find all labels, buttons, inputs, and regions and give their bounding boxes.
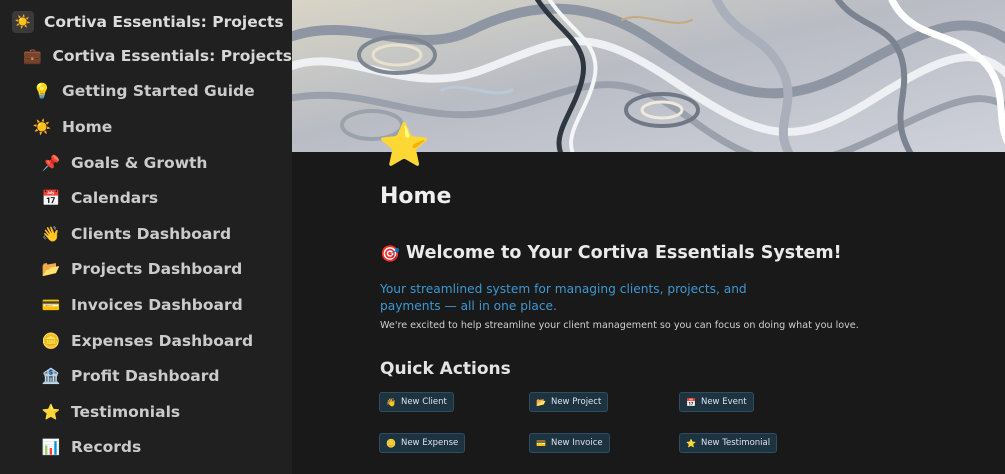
button-label: New Invoice [550, 438, 603, 448]
sidebar-item-label: Calendars [71, 189, 159, 208]
target-icon: 🎯 [380, 243, 400, 263]
sidebar-item-label: Invoices Dashboard [71, 295, 243, 314]
coin-icon: 🪙 [41, 331, 61, 350]
bar-chart-icon: 📊 [41, 438, 61, 457]
page-title: Home [380, 184, 452, 209]
page-icon[interactable]: ⭐ [378, 124, 430, 166]
new-expense-button[interactable]: 🪙 New Expense [379, 433, 466, 453]
star-icon: ⭐ [41, 402, 61, 421]
sidebar-item-label: Clients Dashboard [71, 224, 232, 243]
sidebar-item-goals-growth[interactable]: 📌 Goals & Growth [0, 145, 292, 181]
bank-icon: 🏦 [41, 367, 61, 386]
welcome-heading: 🎯 Welcome to Your Cortiva Essentials Sys… [380, 239, 980, 267]
sidebar-item-label: Expenses Dashboard [71, 331, 254, 350]
sidebar-item-expenses-dashboard[interactable]: 🪙 Expenses Dashboard [0, 323, 292, 359]
button-label: New Event [700, 397, 747, 407]
sidebar-item-cortiva-essentials-projects[interactable]: 💼 Cortiva Essentials: Projects [0, 38, 292, 74]
lightbulb-icon: 💡 [32, 82, 52, 101]
sidebar-item-profit-dashboard[interactable]: 🏦 Profit Dashboard [0, 358, 292, 394]
sidebar-item-home[interactable]: ☀️ Home [0, 109, 292, 145]
pushpin-icon: 📌 [41, 153, 61, 172]
sidebar-item-label: Getting Started Guide [62, 82, 255, 101]
new-event-button[interactable]: 📅 New Event [679, 392, 754, 412]
sun-icon: ☀️ [32, 117, 52, 136]
credit-card-icon: 💳 [41, 295, 61, 314]
sidebar-item-clients-dashboard[interactable]: 👋 Clients Dashboard [0, 216, 292, 252]
sidebar-item-label: Cortiva Essentials: Projects [52, 46, 292, 65]
new-client-button[interactable]: 👋 New Client [379, 392, 454, 412]
star-icon: ⭐ [378, 120, 431, 169]
tagline: Your streamlined system for managing cli… [380, 282, 747, 313]
calendar-icon: 📅 [686, 397, 696, 407]
sidebar-item-label: Goals & Growth [71, 153, 208, 172]
sidebar-item-label: Testimonials [71, 402, 181, 421]
button-label: New Testimonial [700, 438, 771, 448]
new-invoice-button[interactable]: 💳 New Invoice [529, 433, 610, 453]
folder-icon: 📂 [536, 397, 546, 407]
new-testimonial-button[interactable]: ⭐ New Testimonial [679, 433, 778, 453]
quick-actions-grid: 👋 New Client 📂 New Project 📅 New Event 🪙… [379, 392, 980, 472]
quick-actions-heading: Quick Actions [380, 359, 511, 379]
sun-icon: ☀️ [12, 11, 34, 33]
sidebar-item-label: Home [62, 117, 113, 136]
subtext: We're excited to help streamline your cl… [380, 320, 859, 331]
sidebar-item-records[interactable]: 📊 Records [0, 430, 292, 466]
sidebar-item-label: Projects Dashboard [71, 260, 243, 279]
calendar-icon: 📅 [41, 189, 61, 208]
sidebar-item-testimonials[interactable]: ⭐ Testimonials [0, 394, 292, 430]
waving-hand-icon: 👋 [386, 397, 396, 407]
credit-card-icon: 💳 [536, 438, 546, 448]
coin-icon: 🪙 [386, 438, 396, 448]
sidebar: ☀️ Cortiva Essentials: Projects 💼 Cortiv… [0, 0, 292, 474]
page-content: ⭐ Home 🎯 Welcome to Your Cortiva Essenti… [292, 0, 1005, 474]
sidebar-item-label: Records [71, 438, 142, 457]
button-label: New Client [400, 397, 447, 407]
waving-hand-icon: 👋 [41, 224, 61, 243]
app-window: ☀️ Cortiva Essentials: Projects 💼 Cortiv… [0, 0, 1005, 474]
folder-icon: 📂 [41, 260, 61, 279]
briefcase-icon: 💼 [23, 46, 43, 65]
workspace-switcher[interactable]: ☀️ Cortiva Essentials: Projects [10, 6, 286, 38]
new-project-button[interactable]: 📂 New Project [529, 392, 609, 412]
sidebar-item-label: Profit Dashboard [71, 367, 220, 386]
star-icon: ⭐ [686, 438, 696, 448]
page-body: Home 🎯 Welcome to Your Cortiva Essential… [379, 180, 980, 453]
sidebar-item-calendars[interactable]: 📅 Calendars [0, 180, 292, 216]
button-label: New Project [550, 397, 602, 407]
sidebar-item-projects-dashboard[interactable]: 📂 Projects Dashboard [0, 252, 292, 288]
welcome-heading-text: Welcome to Your Cortiva Essentials Syste… [405, 243, 842, 263]
sidebar-item-getting-started-guide[interactable]: 💡 Getting Started Guide [0, 74, 292, 110]
sidebar-item-invoices-dashboard[interactable]: 💳 Invoices Dashboard [0, 287, 292, 323]
button-label: New Expense [400, 438, 459, 448]
workspace-title: Cortiva Essentials: Projects [44, 13, 284, 31]
